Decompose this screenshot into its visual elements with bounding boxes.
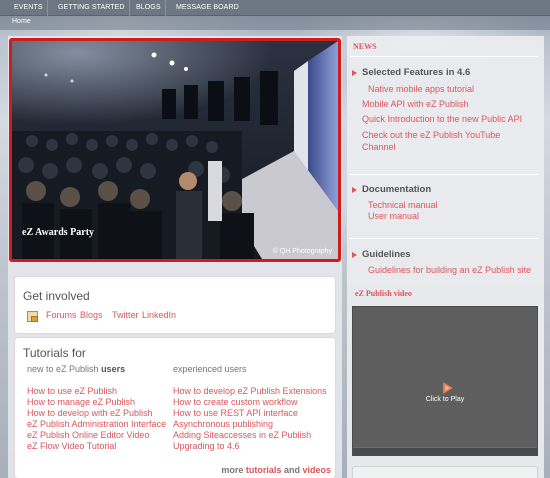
nav-blogs[interactable]: BLOGS <box>132 0 166 16</box>
news-link[interactable]: Channel <box>362 142 396 152</box>
divider <box>350 56 538 57</box>
more-prefix: more <box>221 465 244 475</box>
nav-events[interactable]: EVENTS <box>10 0 48 16</box>
breadcrumb: Home <box>0 16 550 30</box>
get-involved-title: Get involved <box>23 289 90 303</box>
tutorial-link[interactable]: eZ Flow Video Tutorial <box>27 441 116 451</box>
new-users-heading-prefix: new to eZ Publish <box>27 364 99 374</box>
hero-caption: eZ Awards Party <box>22 227 95 238</box>
breadcrumb-home[interactable]: Home <box>12 18 31 25</box>
experienced-users-heading: experienced users <box>173 364 247 374</box>
tutorial-link[interactable]: eZ Publish Online Editor Video <box>27 430 149 440</box>
more-tutorials-line: more tutorials and videos <box>221 465 331 475</box>
more-and: and <box>283 465 300 475</box>
tutorial-link[interactable]: How to use REST API interface <box>173 408 298 418</box>
section-title-documentation: Documentation <box>362 184 432 195</box>
get-involved-panel: Get involved Forums Blogs Twitter Linked… <box>14 276 336 334</box>
nav-getting-started[interactable]: GETTING STARTED <box>54 0 130 16</box>
click-to-play-label[interactable]: Click to Play <box>353 396 537 403</box>
bullet-arrow-icon <box>352 187 357 193</box>
new-users-heading-bold: users <box>101 364 126 374</box>
news-link[interactable]: Native mobile apps tutorial <box>368 84 474 94</box>
divider <box>350 238 538 239</box>
guidelines-link[interactable]: Guidelines for building an eZ Publish si… <box>368 265 531 275</box>
news-link[interactable]: Quick Introduction to the new Public API <box>362 114 522 124</box>
more-tutorials-link[interactable]: tutorials <box>246 465 282 475</box>
section-title-guidelines: Guidelines <box>362 249 411 260</box>
tutorials-panel: Tutorials for new to eZ Publish users ex… <box>14 337 336 478</box>
tutorial-link[interactable]: How to develop eZ Publish Extensions <box>173 386 327 396</box>
bullet-arrow-icon <box>352 252 357 258</box>
doc-link[interactable]: User manual <box>368 211 419 221</box>
tutorial-link[interactable]: How to use eZ Publish <box>27 386 117 396</box>
doc-link[interactable]: Technical manual <box>368 200 438 210</box>
video-heading: eZ Publish video <box>355 289 412 298</box>
divider <box>350 174 538 175</box>
play-icon[interactable] <box>443 382 453 394</box>
top-navigation: EVENTS GETTING STARTED BLOGS MESSAGE BOA… <box>0 0 550 16</box>
section-title-features: Selected Features in 4.6 <box>362 67 471 78</box>
tutorial-link[interactable]: Upgrading to 4.6 <box>173 441 240 451</box>
twitter-link[interactable]: Twitter <box>112 310 139 320</box>
tutorials-title: Tutorials for <box>23 346 86 360</box>
new-users-heading: new to eZ Publish users <box>27 364 125 374</box>
tutorial-link[interactable]: How to develop with eZ Publish <box>27 408 153 418</box>
sidebar-box <box>352 466 538 478</box>
forums-link[interactable]: Forums <box>46 310 77 320</box>
video-player[interactable]: Click to Play <box>352 306 538 456</box>
tutorial-link[interactable]: Asynchronous publishing <box>173 419 273 429</box>
news-heading: NEWS <box>353 42 377 51</box>
video-controls-bar[interactable] <box>353 447 537 455</box>
tutorial-link[interactable]: eZ Publish Administration Interface <box>27 419 166 429</box>
tutorial-link[interactable]: Adding Siteaccesses in eZ Publish <box>173 430 311 440</box>
tutorial-link[interactable]: How to create custom workflow <box>173 397 298 407</box>
photo-credit: © QH Photography <box>272 248 332 255</box>
tutorial-link[interactable]: How to manage eZ Publish <box>27 397 135 407</box>
nav-message-board[interactable]: MESSAGE BOARD <box>172 0 243 16</box>
blogs-link[interactable]: Blogs <box>80 310 103 320</box>
bullet-arrow-icon <box>352 70 357 76</box>
news-link[interactable]: Check out the eZ Publish YouTube <box>362 130 500 140</box>
more-videos-link[interactable]: videos <box>302 465 331 475</box>
hero-banner[interactable]: eZ Awards Party © QH Photography <box>9 38 341 262</box>
news-link[interactable]: Mobile API with eZ Publish <box>362 99 469 109</box>
linkedin-link[interactable]: LinkedIn <box>142 310 176 320</box>
community-icon <box>27 311 38 322</box>
